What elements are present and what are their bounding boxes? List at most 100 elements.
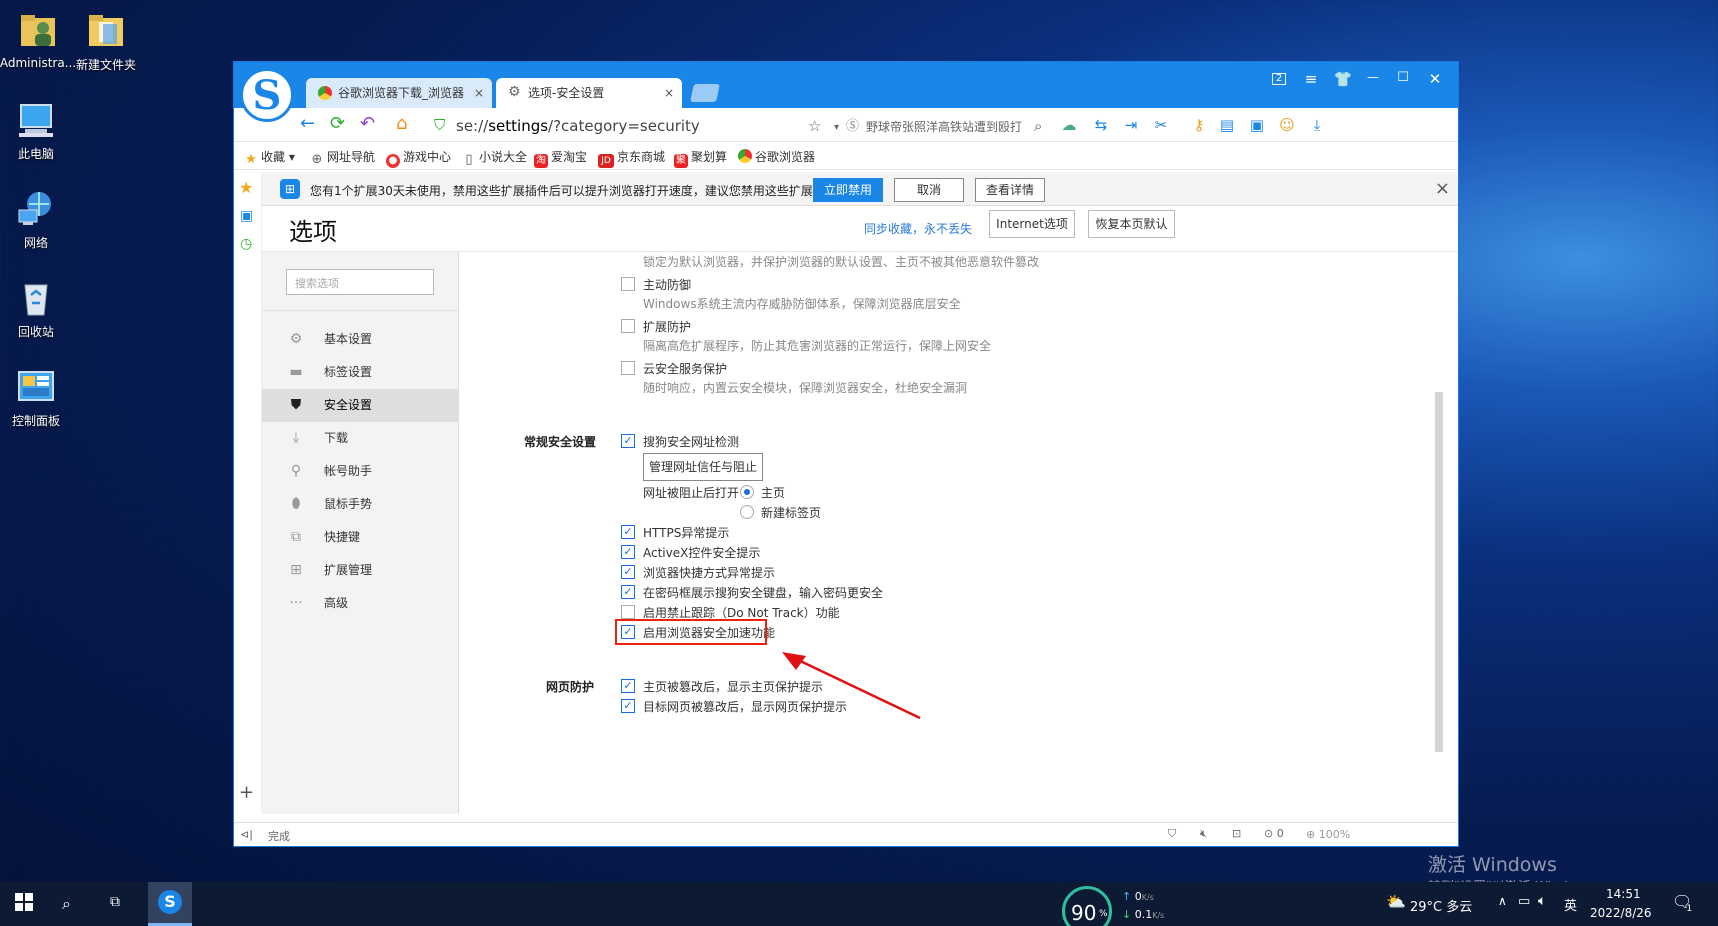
activex-warning-checkbox[interactable]: ✓ (621, 545, 635, 559)
active-defense-checkbox[interactable] (621, 277, 635, 291)
bookmark-nav[interactable]: ⊕ 网址导航 (310, 148, 375, 167)
add-sidebar-icon[interactable]: + (239, 782, 254, 803)
volume-icon[interactable]: 🔈︎ (1538, 893, 1546, 909)
new-tab-button[interactable] (690, 84, 720, 102)
view-details-button[interactable]: 查看详情 (975, 178, 1045, 202)
bookmark-chrome[interactable]: 谷歌浏览器 (738, 148, 815, 165)
bookmark-novels[interactable]: ▯ 小说大全 (462, 148, 527, 167)
menu-icon[interactable]: ≡ (1296, 70, 1326, 88)
close-window-button[interactable]: ✕ (1420, 70, 1450, 88)
download-tool-icon[interactable]: ⤓ (1308, 116, 1326, 134)
search-icon[interactable]: ⌕ (1034, 115, 1042, 137)
maximize-button[interactable]: ☐ (1388, 70, 1418, 85)
history-clock-icon[interactable]: ◷ (240, 236, 252, 252)
network-tray-icon[interactable]: ▭ (1518, 894, 1530, 909)
sidebar-item-extensions[interactable]: ⊞ 扩展管理 (262, 554, 458, 587)
skin-icon[interactable]: 👕 (1328, 70, 1358, 88)
ime-indicator[interactable]: 英 (1564, 895, 1577, 914)
refresh-button[interactable]: ⟳ (330, 113, 345, 135)
tab-security-settings[interactable]: ⚙ 选项-安全设置 × (496, 78, 682, 108)
login-tool-icon[interactable]: ⇥ (1122, 116, 1140, 134)
task-view-icon[interactable]: ⧉ (110, 894, 120, 910)
sidebar-item-download[interactable]: ⤓ 下载 (262, 422, 458, 455)
sync-link[interactable]: 同步收藏，永不丢失 (864, 220, 972, 237)
internet-options-button[interactable]: Internet选项 (989, 210, 1075, 238)
bookmark-games[interactable]: ● 游戏中心 (386, 148, 451, 168)
app-tool-icon[interactable]: ▤ (1218, 116, 1236, 134)
reader-icon[interactable]: ▣ (240, 208, 253, 224)
back-button[interactable]: ← (300, 113, 315, 135)
lock-icon[interactable]: ⊡ (1232, 827, 1241, 840)
notice-cancel-button[interactable]: 取消 (894, 178, 964, 202)
adblock-icon[interactable]: ⊙ 0 (1264, 827, 1284, 840)
screenshot-tool-icon[interactable]: ✂ (1152, 116, 1170, 134)
manage-url-trust-button[interactable]: 管理网址信任与阻止 (643, 453, 763, 481)
collapse-sidebar-icon[interactable]: ⊲| (240, 828, 253, 841)
disable-now-button[interactable]: 立即禁用 (813, 178, 883, 202)
mute-icon[interactable]: 🔇︎ (1200, 827, 1207, 841)
taskbar-sogou-browser[interactable]: S (148, 882, 192, 926)
shield-status-icon[interactable]: ⛉ (1168, 827, 1176, 841)
address-bar[interactable]: se://settings/?category=security (456, 117, 700, 135)
extension-protection-checkbox[interactable] (621, 319, 635, 333)
key-tool-icon[interactable]: ⚷ (1190, 116, 1208, 134)
tray-chevron-icon[interactable]: ∧ (1498, 894, 1507, 908)
bookmark-taobao[interactable]: 淘爱淘宝 (534, 148, 587, 168)
notice-close-icon[interactable]: × (1435, 178, 1450, 199)
desktop-icon-network[interactable]: 网络 (0, 188, 78, 251)
clock-date[interactable]: 2022/8/26 (1590, 906, 1652, 920)
zoom-level[interactable]: ⊕ 100% (1306, 828, 1350, 841)
sidebar-item-shortcuts[interactable]: ⧉ 快捷键 (262, 521, 458, 554)
cpu-monitor[interactable]: 90% (1062, 886, 1112, 926)
divider (262, 310, 458, 311)
desktop-icon-control-panel[interactable]: 控制面板 (0, 366, 78, 429)
secure-keyboard-label: 在密码框展示搜狗安全键盘，输入密码更安全 (643, 586, 884, 600)
radio-new-tab[interactable] (740, 505, 754, 519)
tab-close-icon[interactable]: × (664, 78, 674, 108)
desktop-icon-label: 此电脑 (17, 147, 54, 161)
search-icon[interactable]: ⌕ (62, 894, 71, 914)
sidebar-item-security[interactable]: ⛊ 安全设置 (262, 389, 458, 422)
weather-tool-icon[interactable]: ☁ (1060, 116, 1078, 134)
search-options-input[interactable]: 搜索选项 (286, 269, 434, 295)
sidebar-item-basic[interactable]: ⚙ 基本设置 (262, 323, 458, 356)
desktop-icon-this-pc[interactable]: 此电脑 (0, 99, 78, 162)
do-not-track-checkbox[interactable] (621, 605, 635, 619)
bookmark-star-icon[interactable]: ☆ (808, 115, 821, 137)
homepage-tamper-checkbox[interactable]: ✓ (621, 679, 635, 693)
favorites-star-icon[interactable]: ★ (239, 178, 253, 197)
url-check-checkbox[interactable]: ✓ (621, 434, 635, 448)
notification-center-icon[interactable]: 🗨︎1 (1672, 892, 1698, 914)
start-windows-icon[interactable] (14, 892, 34, 916)
bookmark-jd[interactable]: JD 京东商城 (598, 148, 665, 168)
scrollbar-thumb[interactable] (1435, 392, 1443, 752)
sidebar-item-advanced[interactable]: ··· 高级 (262, 587, 458, 620)
translate-tool-icon[interactable]: ⇆ (1092, 116, 1110, 134)
sogou-browser-logo[interactable]: S (240, 68, 294, 122)
shortcut-warning-checkbox[interactable]: ✓ (621, 565, 635, 579)
window-tool-icon[interactable]: ▣ (1248, 116, 1266, 134)
emoji-tool-icon[interactable]: ☺ (1278, 116, 1296, 134)
tab-close-icon[interactable]: × (474, 78, 484, 108)
desktop-icon-new-folder[interactable]: 新建文件夹 (64, 10, 148, 73)
home-button[interactable]: ⌂ (396, 113, 407, 135)
tab-count-icon[interactable]: 2 (1264, 70, 1294, 85)
weather-text[interactable]: 29°C 多云 (1410, 896, 1472, 915)
restore-defaults-button[interactable]: 恢复本页默认 (1088, 210, 1175, 238)
bookmark-juhuasuan[interactable]: 聚聚划算 (674, 148, 727, 168)
radio-home[interactable] (740, 485, 754, 499)
undo-close-button[interactable]: ↶ (360, 113, 375, 135)
sidebar-item-account[interactable]: ⚲ 帐号助手 (262, 455, 458, 488)
minimize-button[interactable]: — (1358, 70, 1388, 84)
page-tamper-checkbox[interactable]: ✓ (621, 699, 635, 713)
secure-keyboard-checkbox[interactable]: ✓ (621, 585, 635, 599)
cloud-security-checkbox[interactable] (621, 361, 635, 375)
tab-google-download[interactable]: 谷歌浏览器下载_浏览器 × (306, 78, 492, 108)
sidebar-item-mouse[interactable]: ⬮ 鼠标手势 (262, 488, 458, 521)
clock-time[interactable]: 14:51 (1606, 887, 1641, 901)
https-warning-checkbox[interactable]: ✓ (621, 525, 635, 539)
sidebar-item-tabs[interactable]: ▬ 标签设置 (262, 356, 458, 389)
bookmark-favorites[interactable]: ★ 收藏 ▾ (244, 148, 295, 167)
desktop-icon-recycle[interactable]: 回收站 (0, 277, 78, 340)
dropdown-icon[interactable]: ▾ (834, 117, 839, 139)
